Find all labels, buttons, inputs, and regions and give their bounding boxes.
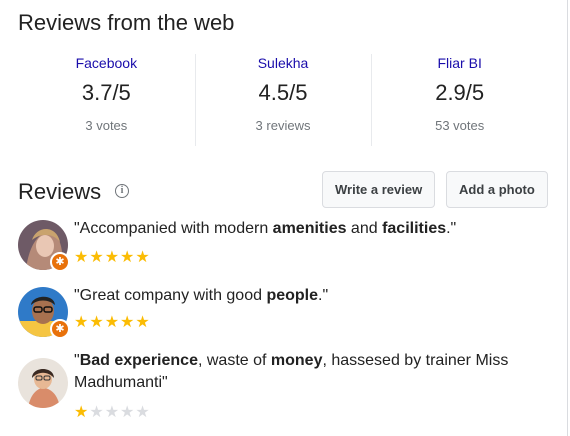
review-item: "Bad experience, waste of money, hassese…: [18, 350, 550, 424]
panel-border: [567, 0, 568, 436]
review-keyword: people: [266, 287, 319, 304]
reviews-header: Reviews i Write a review Add a photo: [18, 171, 550, 212]
source-name-link[interactable]: Sulekha: [195, 55, 372, 71]
star-filled-icon: ★: [120, 314, 136, 331]
source-name-link[interactable]: Facebook: [18, 55, 195, 71]
source-count: 3 votes: [85, 118, 128, 133]
star-filled-icon: ★: [104, 314, 121, 331]
add-photo-button[interactable]: Add a photo: [446, 171, 548, 208]
review-text-segment: .": [318, 287, 329, 304]
star-empty-icon: ★: [135, 404, 151, 421]
star-filled-icon: ★: [74, 314, 90, 331]
source-fliar-bi: Fliar BI 2.9/5 53 votes: [371, 50, 548, 150]
source-count: 3 reviews: [255, 118, 311, 133]
review-keyword: money: [270, 352, 323, 369]
star-empty-icon: ★: [89, 404, 105, 421]
star-filled-icon: ★: [74, 404, 90, 421]
star-filled-icon: ★: [74, 249, 90, 266]
source-rating: 4.5/5: [258, 80, 308, 105]
review-keyword: Bad experience: [79, 352, 198, 369]
reviewer-avatar[interactable]: [18, 358, 68, 408]
source-rating: 3.7/5: [81, 80, 131, 105]
source-name-link[interactable]: Fliar BI: [371, 55, 548, 71]
local-guide-badge-icon: ✱: [50, 252, 70, 272]
star-rating: ★★★★★: [74, 247, 151, 267]
reviewer-avatar[interactable]: ✱: [18, 287, 70, 339]
review-text-segment: .": [446, 220, 457, 237]
star-empty-icon: ★: [104, 404, 121, 421]
source-sulekha: Sulekha 4.5/5 3 reviews: [194, 50, 372, 150]
review-text: "Great company with good people.": [74, 285, 550, 307]
review-keyword: amenities: [272, 220, 347, 237]
web-reviews-title: Reviews from the web: [18, 10, 235, 35]
local-guide-badge-icon: ✱: [50, 319, 70, 339]
review-text-segment: "Great company with good: [74, 287, 267, 304]
star-filled-icon: ★: [135, 314, 151, 331]
source-count: 53 votes: [435, 118, 485, 133]
star-empty-icon: ★: [120, 404, 136, 421]
review-text-segment: "Accompanied with modern: [74, 220, 273, 237]
review-text-segment: and: [346, 220, 383, 237]
review-keyword: facilities: [382, 220, 447, 237]
review-text-segment: , waste of: [197, 352, 271, 369]
review-text: "Accompanied with modern amenities and f…: [74, 218, 550, 240]
star-rating: ★★★★★: [74, 312, 151, 332]
web-review-sources: Facebook 3.7/5 3 votes Sulekha 4.5/5 3 r…: [18, 50, 548, 150]
star-filled-icon: ★: [89, 314, 105, 331]
star-filled-icon: ★: [104, 249, 121, 266]
star-filled-icon: ★: [89, 249, 105, 266]
review-item: ✱ "Great company with good people." ★★★★…: [18, 285, 550, 341]
reviews-title: Reviews: [18, 179, 102, 204]
source-rating: 2.9/5: [435, 80, 485, 105]
star-rating: ★★★★★: [74, 402, 151, 422]
reviewer-avatar[interactable]: ✱: [18, 220, 70, 272]
source-facebook: Facebook 3.7/5 3 votes: [18, 50, 195, 150]
write-review-button[interactable]: Write a review: [322, 171, 436, 208]
star-filled-icon: ★: [135, 249, 151, 266]
info-icon[interactable]: i: [115, 184, 129, 198]
star-filled-icon: ★: [120, 249, 136, 266]
review-text: "Bad experience, waste of money, hassese…: [74, 350, 550, 394]
avatar: [18, 358, 68, 408]
review-item: ✱ "Accompanied with modern amenities and…: [18, 218, 550, 274]
